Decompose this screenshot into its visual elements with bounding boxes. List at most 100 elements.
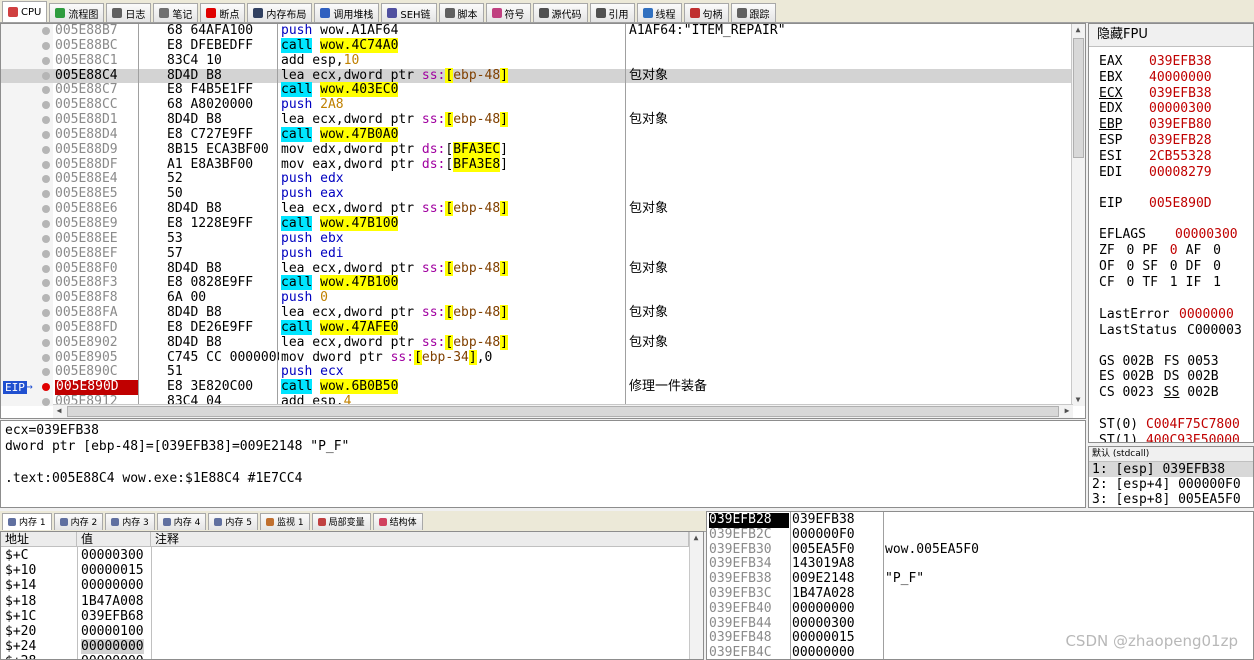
breakpoint-dot-icon[interactable]: [42, 116, 50, 125]
instruction-address[interactable]: 005E88D4: [55, 127, 118, 143]
instruction-address[interactable]: 005E88B7: [55, 24, 118, 39]
stack-value[interactable]: 00000300: [792, 616, 855, 632]
instruction-text[interactable]: mov dword ptr ss:[ebp-34],0: [281, 349, 492, 366]
scroll-up-icon[interactable]: ▲: [1072, 24, 1084, 36]
instruction-text[interactable]: call wow.47AFE0: [281, 319, 399, 336]
segment-value[interactable]: 002B: [1187, 385, 1218, 400]
instruction-text[interactable]: push ebx: [281, 231, 344, 247]
column-header[interactable]: 地址: [1, 532, 77, 547]
segment-value[interactable]: 0023: [1122, 385, 1153, 400]
stack-address[interactable]: 039EFB48: [709, 631, 789, 646]
register-eip[interactable]: EIP 005E890D: [1099, 196, 1212, 212]
disasm-row[interactable]: 005E88EE 53 push ebx: [1, 231, 1073, 247]
memory-row[interactable]: $+1C 039EFB68: [1, 609, 691, 624]
column-header[interactable]: 注释: [151, 532, 689, 547]
memory-tab[interactable]: 局部变量: [311, 512, 371, 530]
stack-value[interactable]: 039EFB38: [792, 512, 855, 528]
instruction-address[interactable]: 005E890C: [55, 365, 118, 380]
instruction-address[interactable]: 005E8902: [55, 335, 118, 351]
breakpoint-dot-icon[interactable]: [42, 279, 50, 288]
breakpoint-dot-icon[interactable]: [42, 205, 50, 214]
segment-gs[interactable]: GS 002B: [1099, 354, 1154, 369]
instruction-text[interactable]: lea ecx,dword ptr ss:[ebp-48]: [281, 305, 508, 321]
disassembly-panel[interactable]: 005E88B7 68 64AFA100 push wow.A1AF64 A1AF64…: [0, 23, 1086, 419]
stack-row[interactable]: 039EFB30 005EA5F0 wow.005EA5F0: [707, 542, 1253, 558]
tab-threads[interactable]: 线程: [636, 3, 682, 22]
call-arg[interactable]: 2: [esp+4] 000000F0: [1089, 477, 1253, 492]
registers-panel[interactable]: 隐藏FPU EAX 039EFB38 EBX 40000000 ECX 039EFB38 E…: [1088, 23, 1254, 443]
instruction-address[interactable]: 005E88E6: [55, 201, 118, 217]
breakpoint-dot-icon[interactable]: [42, 190, 50, 199]
breakpoint-dot-icon[interactable]: [42, 145, 50, 154]
instruction-text[interactable]: lea ecx,dword ptr ss:[ebp-48]: [281, 67, 508, 84]
memory-tab[interactable]: 内存 4: [156, 512, 207, 530]
instruction-address[interactable]: 005E88EE: [55, 231, 118, 247]
memory-row[interactable]: $+24 00000000: [1, 639, 691, 655]
stack-row[interactable]: 039EFB28 039EFB38: [707, 512, 1253, 528]
column-header[interactable]: 值: [77, 532, 151, 547]
disasm-row[interactable]: 005E88F3 E8 0828E9FF call wow.47B100: [1, 275, 1073, 291]
memory-tab[interactable]: 内存 1: [2, 512, 52, 530]
stack-row[interactable]: 039EFB44 00000300: [707, 616, 1253, 632]
instruction-address[interactable]: 005E890D: [55, 379, 139, 396]
stack-address[interactable]: 039EFB34: [709, 557, 789, 572]
memory-row[interactable]: $+C 00000300: [1, 548, 691, 563]
register-value[interactable]: 039EFB28: [1149, 133, 1212, 148]
memory-value[interactable]: 039EFB68: [81, 609, 144, 624]
flag-sf[interactable]: SF 0: [1142, 259, 1181, 274]
disasm-row[interactable]: 005E88C4 8D4D B8 lea ecx,dword ptr ss:[ebp…: [1, 67, 1073, 84]
stack-address[interactable]: 039EFB40: [709, 601, 789, 617]
disasm-row[interactable]: 005E88FA 8D4D B8 lea ecx,dword ptr ss:[ebp…: [1, 305, 1073, 321]
disasm-row[interactable]: 005E88DF A1 E8A3BF00 mov eax,dword ptr ds:…: [1, 156, 1073, 173]
instruction-text[interactable]: lea ecx,dword ptr ss:[ebp-48]: [281, 112, 508, 128]
stack-row[interactable]: 039EFB3C 1B47A028: [707, 586, 1253, 602]
disasm-row[interactable]: 005E88D4 E8 C727E9FF call wow.47B0A0: [1, 126, 1073, 143]
flag-value[interactable]: 0: [1126, 275, 1134, 290]
memory-value[interactable]: 00000000: [81, 654, 144, 659]
segment-es[interactable]: ES 002B: [1099, 369, 1154, 384]
instruction-address[interactable]: 005E88CC: [55, 97, 118, 113]
disassembly-vscrollbar[interactable]: ▲ ▼: [1071, 24, 1085, 406]
instruction-text[interactable]: push wow.A1AF64: [281, 24, 398, 39]
disasm-row[interactable]: 005E88BC E8 DFEBEDFF call wow.4C74A0: [1, 37, 1073, 54]
disasm-row[interactable]: 005E88C1 83C4 10 add esp,10: [1, 53, 1073, 69]
instruction-text[interactable]: add esp,10: [281, 53, 359, 69]
segment-value[interactable]: 002B: [1122, 354, 1153, 369]
instruction-address[interactable]: 005E88C1: [55, 53, 118, 69]
memory-tab[interactable]: 监视 1: [259, 512, 310, 530]
tab-trace[interactable]: 跟踪: [730, 3, 776, 22]
disasm-row[interactable]: 005E890C 51 push ecx: [1, 364, 1073, 380]
breakpoint-dot-icon[interactable]: [42, 294, 50, 303]
memory-row[interactable]: $+10 00000015: [1, 563, 691, 578]
disasm-row[interactable]: 005E88B7 68 64AFA100 push wow.A1AF64 A1AF64…: [1, 24, 1073, 39]
disasm-row[interactable]: 005E88C7 E8 F4B5E1FF call wow.403EC0: [1, 82, 1073, 98]
register-value[interactable]: 2CB55328: [1149, 149, 1212, 164]
instruction-text[interactable]: push edx: [281, 172, 344, 187]
instruction-address[interactable]: 005E88F8: [55, 290, 118, 306]
tab-source[interactable]: 源代码: [532, 3, 588, 22]
breakpoint-dot-icon[interactable]: [42, 160, 50, 169]
segment-cs[interactable]: CS 0023: [1099, 385, 1154, 400]
breakpoint-dot-icon[interactable]: [42, 86, 50, 95]
register-ebp[interactable]: EBP 039EFB80: [1099, 117, 1212, 133]
flag-value[interactable]: 0: [1213, 259, 1221, 274]
memory-value[interactable]: 1B47A008: [81, 594, 144, 609]
call-arg[interactable]: 1: [esp] 039EFB38: [1089, 462, 1253, 477]
disasm-row[interactable]: EIP → 005E890D E8 3E820C00 call wow.6B0B50 修理…: [1, 379, 1073, 396]
instruction-address[interactable]: 005E88FA: [55, 305, 118, 321]
memory-tab[interactable]: 内存 5: [208, 512, 258, 530]
register-esi[interactable]: ESI 2CB55328: [1099, 149, 1212, 165]
instruction-text[interactable]: call wow.47B100: [281, 275, 399, 291]
memory-tab[interactable]: 内存 2: [53, 512, 104, 530]
stack-value[interactable]: 009E2148: [792, 571, 855, 587]
instruction-text[interactable]: lea ecx,dword ptr ss:[ebp-48]: [281, 334, 508, 351]
flag-cf[interactable]: CF 0: [1099, 275, 1138, 290]
register-ecx[interactable]: ECX 039EFB38: [1099, 86, 1212, 102]
instruction-address[interactable]: 005E88D9: [55, 142, 118, 158]
register-value[interactable]: 039EFB38: [1149, 54, 1212, 69]
tab-script[interactable]: 脚本: [438, 3, 484, 22]
scroll-up-icon[interactable]: ▲: [690, 532, 702, 544]
calling-convention[interactable]: 默认 (stdcall): [1089, 447, 1253, 462]
breakpoint-dot-icon[interactable]: [42, 234, 50, 243]
memory-value[interactable]: 00000000: [81, 639, 144, 655]
